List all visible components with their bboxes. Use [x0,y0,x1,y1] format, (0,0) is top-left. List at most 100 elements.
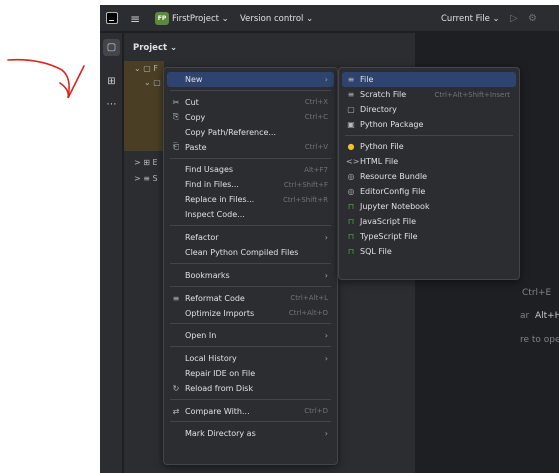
project-badge[interactable]: FP [155,12,169,25]
menu-item-copy[interactable]: ⎘ Copy Ctrl+C [167,110,334,125]
menu-item-typescript-file[interactable]: ⊓ TypeScript File [342,229,516,244]
menu-item-shortcut: Ctrl+Alt+L [290,294,328,302]
submenu-arrow-icon: › [324,353,328,363]
menu-separator [345,134,513,136]
menu-separator [170,285,331,287]
structure-icon[interactable]: ⊞ [103,73,120,90]
menu-item-cut[interactable]: ✂ Cut Ctrl+X [167,95,334,110]
menu-item-label: SQL File [360,247,392,256]
menu-item-label: Copy Path/Reference... [185,127,277,137]
title-bar: ≡ FP FirstProject ⌄ Version control ⌄ Cu… [100,5,559,32]
menu-item-javascript-file[interactable]: ⊓ JavaScript File [342,214,516,229]
menu-item-local-history[interactable]: Local History › [167,351,334,366]
main-menu-icon[interactable]: ≡ [130,5,140,32]
copy-icon: ⎘ [172,112,180,122]
tree-item[interactable]: > ⊞ E [134,158,158,167]
menu-item-label: Directory [360,105,397,114]
menu-item-replace-in-files[interactable]: Replace in Files... Ctrl+Shift+R [167,192,334,207]
jupyter-notebook-icon: ⊓ [347,202,355,211]
menu-item-find-in-files[interactable]: Find in Files... Ctrl+Shift+F [167,177,334,192]
more-tools-icon[interactable]: ⋯ [103,96,120,113]
menu-item-inspect-code[interactable]: Inspect Code... [167,207,334,222]
reload-from-disk-icon: ↻ [172,383,180,393]
menu-item-shortcut: Ctrl+C [304,113,328,122]
html-file-icon: <> [346,157,360,166]
menu-separator [170,323,331,325]
menu-item-scratch-file[interactable]: ≡ Scratch File Ctrl+Alt+Shift+Insert [342,87,516,102]
tree-item[interactable]: > ≡ S [134,174,158,183]
scratch-file-icon: ≡ [347,90,355,99]
menu-item-find-usages[interactable]: Find Usages Alt+F7 [167,162,334,177]
project-panel-title[interactable]: Project ⌄ [133,43,177,53]
menu-item-compare-with[interactable]: ⇄ Compare With... Ctrl+D [167,404,334,419]
menu-item-label: Find Usages [185,165,234,175]
menu-item-label: Resource Bundle [360,172,428,181]
hint-shortcut: Ctrl+E [522,288,552,298]
menu-item-mark-directory-as[interactable]: Mark Directory as › [167,426,334,441]
menu-item-directory[interactable]: ▢ Directory [342,102,516,117]
menu-item-label: Copy [185,112,206,122]
typescript-file-icon: ⊓ [347,232,355,241]
tree-item[interactable]: ⌄ ▢ F [134,64,158,73]
menu-item-label: Python Package [360,120,424,129]
menu-item-label: TypeScript File [360,232,418,241]
menu-item-python-file[interactable]: ● Python File [342,139,516,154]
menu-item-editorconfig-file[interactable]: ◎ EditorConfig File [342,184,516,199]
menu-item-label: Scratch File [360,90,407,99]
menu-item-label: Reload from Disk [185,383,254,393]
tree-item[interactable]: ⌄ ▢ [144,78,161,87]
menu-separator [170,346,331,348]
menu-item-label: Bookmarks [185,270,230,280]
menu-item-reformat-code[interactable]: ≡ Reformat Code Ctrl+Alt+L [167,291,334,306]
version-control-menu[interactable]: Version control ⌄ [240,5,313,32]
menu-separator [170,225,331,227]
directory-icon: ▢ [347,105,355,114]
menu-item-copy-path-reference[interactable]: Copy Path/Reference... [167,125,334,140]
menu-item-label: Reformat Code [185,293,245,303]
menu-item-label: Compare With... [185,406,250,416]
run-configuration-selector[interactable]: Current File ⌄ [441,5,500,32]
menu-item-bookmarks[interactable]: Bookmarks › [167,268,334,283]
debug-icon[interactable]: ⚙ [528,5,537,32]
menu-item-clean-python-compiled-files[interactable]: Clean Python Compiled Files [167,245,334,260]
project-switcher[interactable]: FirstProject ⌄ [172,5,229,32]
menu-item-label: Mark Directory as [185,429,256,439]
new-submenu: ≡ File ≡ Scratch File Ctrl+Alt+Shift+Insert ▢… [338,67,520,280]
menu-item-file[interactable]: ≡ File [342,72,516,87]
menu-item-repair-ide-on-file[interactable]: Repair IDE on File [167,366,334,381]
menu-item-open-in[interactable]: Open In › [167,328,334,343]
menu-item-label: Inspect Code... [185,210,245,220]
python-file-icon: ● [347,142,355,151]
menu-separator [170,157,331,159]
file-icon: ≡ [347,75,355,84]
menu-item-refactor[interactable]: Refactor › [167,230,334,245]
sql-file-icon: ⊓ [347,247,355,256]
menu-item-reload-from-disk[interactable]: ↻ Reload from Disk [167,381,334,396]
menu-item-optimize-imports[interactable]: Optimize Imports Ctrl+Alt+O [167,306,334,321]
cut-icon: ✂ [172,97,180,107]
run-icon[interactable]: ▷ [510,5,518,32]
submenu-arrow-icon: › [324,75,328,84]
python-package-icon: ▣ [347,120,355,129]
app-logo-icon [106,12,118,24]
menu-item-shortcut: Ctrl+Shift+F [283,180,328,189]
menu-item-label: Paste [185,142,207,152]
menu-item-python-package[interactable]: ▣ Python Package [342,117,516,132]
menu-item-label: Clean Python Compiled Files [185,248,299,258]
menu-separator [170,421,331,423]
submenu-arrow-icon: › [324,331,328,341]
menu-item-label: Repair IDE on File [185,368,256,378]
menu-item-paste[interactable]: ⎗ Paste Ctrl+V [167,140,334,155]
menu-item-new[interactable]: New › [167,72,334,87]
resource-bundle-icon: ◎ [347,172,355,181]
menu-item-label: Find in Files... [185,180,239,190]
menu-item-label: New [185,75,203,84]
project-folder-icon[interactable]: ▢ [103,39,120,56]
menu-item-sql-file[interactable]: ⊓ SQL File [342,244,516,259]
hint-shortcut: Alt+Home [534,311,559,321]
menu-item-jupyter-notebook[interactable]: ⊓ Jupyter Notebook [342,199,516,214]
menu-item-html-file[interactable]: <> HTML File [342,154,516,169]
menu-item-resource-bundle[interactable]: ◎ Resource Bundle [342,169,516,184]
paste-icon: ⎗ [172,142,180,152]
submenu-arrow-icon: › [324,270,328,280]
